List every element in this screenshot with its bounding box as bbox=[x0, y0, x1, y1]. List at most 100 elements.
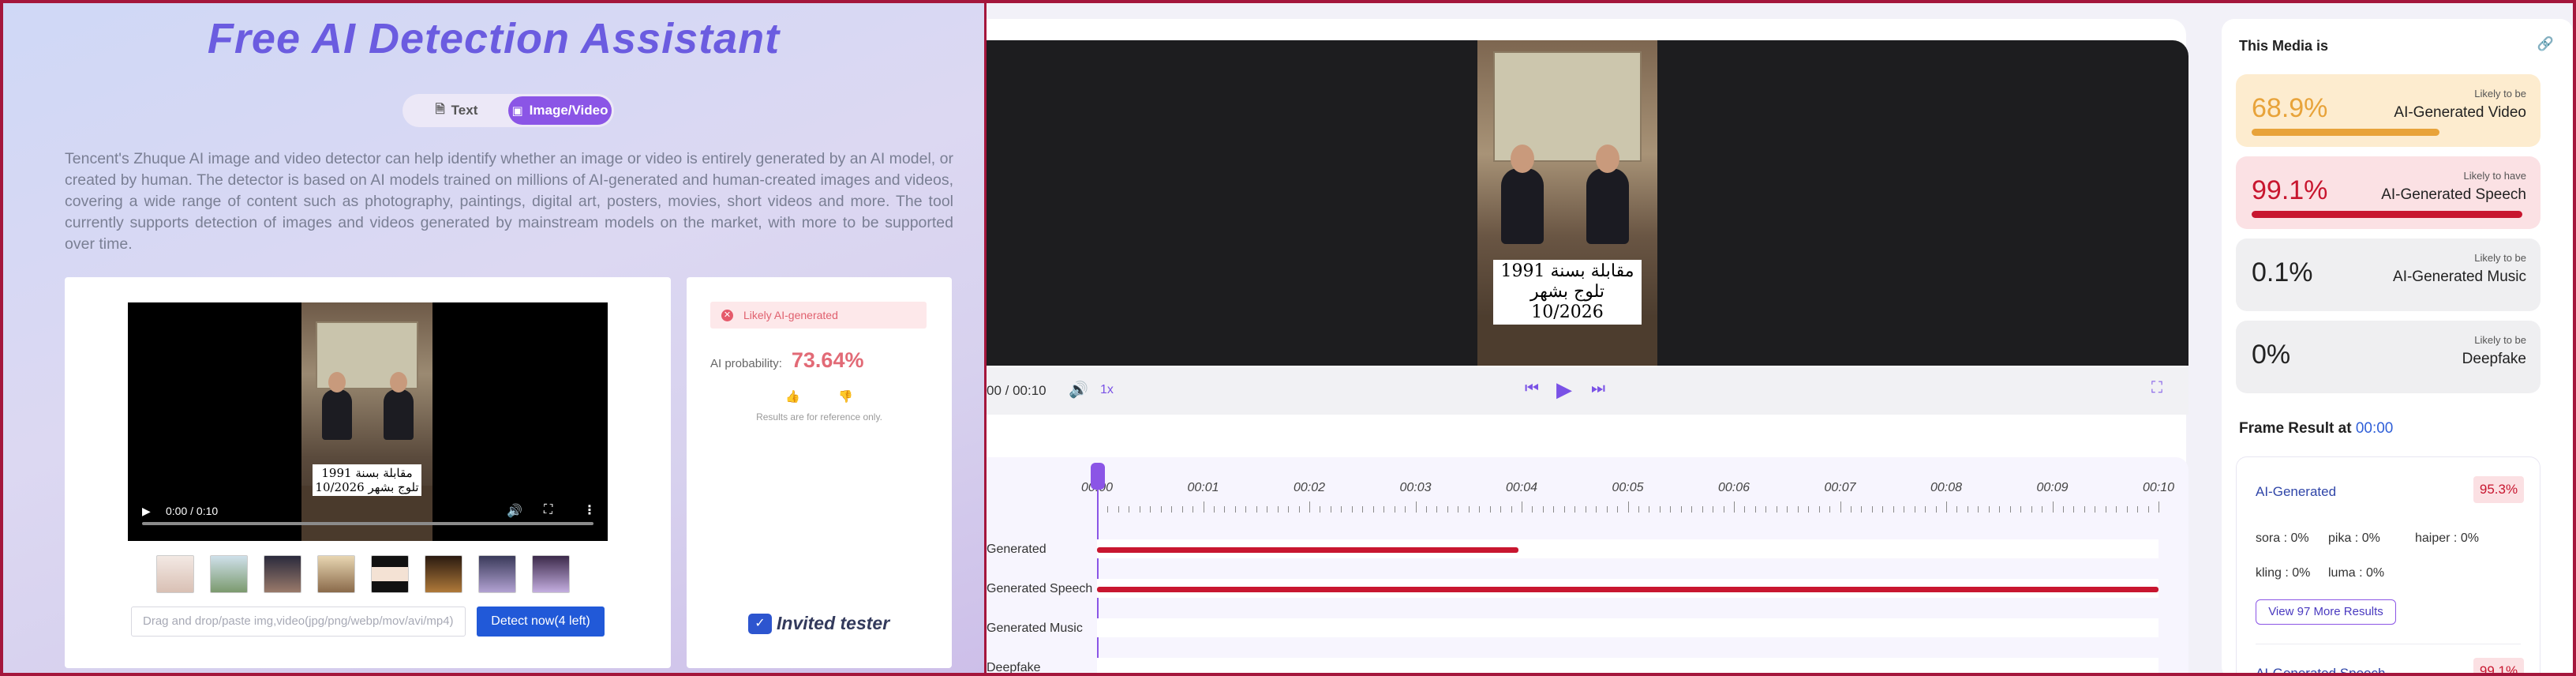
timeline-tick bbox=[1956, 506, 1958, 513]
thumbs-feedback-icons[interactable]: 👍 👎 bbox=[785, 390, 871, 404]
player-panel: مقابلة بسنة 1991 تلوج بشهر 10/2026 00 / … bbox=[987, 19, 2188, 673]
model-chip: sora : 0% bbox=[2256, 531, 2309, 545]
tab-text[interactable]: 🗎 Text bbox=[405, 96, 508, 125]
timeline-tick bbox=[1606, 506, 1608, 513]
volume-icon[interactable]: 🔊 bbox=[507, 503, 522, 519]
reference-note: Results are for reference only. bbox=[756, 411, 882, 422]
skip-previous-icon[interactable]: ⏮ bbox=[1525, 380, 1539, 398]
timeline-tick bbox=[1553, 506, 1555, 513]
timeline-tick bbox=[1489, 506, 1491, 513]
timeline-tick bbox=[1150, 506, 1151, 513]
timeline-tick bbox=[2137, 506, 2139, 513]
view-more-results-button[interactable]: View 97 More Results bbox=[2256, 599, 2396, 625]
result-sidebar: This Media is 🔗 68.9% Likely to be AI-Gene… bbox=[2222, 19, 2573, 676]
timeline-tick bbox=[1511, 506, 1512, 513]
timeline-tick bbox=[1415, 501, 1417, 513]
timeline-track: Generated Speech bbox=[987, 569, 2188, 607]
play-icon[interactable]: ▶ bbox=[1556, 377, 1572, 402]
media-score-qualifier: Likely to be bbox=[2474, 334, 2526, 346]
frame-score-badge: 95.3% bbox=[2473, 476, 2524, 503]
frame-category-label: AI-Generated bbox=[2256, 484, 2337, 499]
sample-thumbnail[interactable] bbox=[317, 555, 355, 593]
timeline-tick bbox=[1744, 506, 1746, 513]
upload-card: مقابلة بسنة 1991 تلوج بشهر 10/2026 ▶ 0:0… bbox=[65, 277, 671, 668]
timeline-tick bbox=[1245, 506, 1247, 513]
timeline-tick-label: 00:10 bbox=[2142, 481, 2175, 494]
timeline-track: Generated Music bbox=[987, 609, 2188, 647]
model-chip: pika : 0% bbox=[2328, 531, 2380, 545]
timeline-track: Deepfake bbox=[987, 648, 2188, 673]
timeline-track: Generated bbox=[987, 530, 2188, 568]
timeline-tick bbox=[1691, 506, 1693, 513]
timeline-tick bbox=[2031, 506, 2032, 513]
timeline-tick bbox=[1659, 506, 1661, 513]
guest-figure bbox=[1586, 145, 1629, 244]
timeline-tick bbox=[1351, 506, 1353, 513]
more-vertical-icon[interactable]: ⋮ bbox=[583, 502, 596, 518]
media-score-card[interactable]: 68.9% Likely to be AI-Generated Video bbox=[2236, 74, 2540, 147]
media-score-card[interactable]: 0% Likely to be Deepfake bbox=[2236, 321, 2540, 393]
media-score-category: AI-Generated Video bbox=[2394, 104, 2526, 121]
video-preview[interactable]: مقابلة بسنة 1991 تلوج بشهر 10/2026 ▶ 0:0… bbox=[128, 302, 608, 541]
upload-dropzone[interactable]: Drag and drop/paste img,video(jpg/png/we… bbox=[131, 607, 466, 637]
sample-thumbnail[interactable] bbox=[532, 555, 570, 593]
screen: Free AI Detection Assistant 🗎 Text ▣ Ima… bbox=[0, 0, 2576, 676]
skip-next-icon[interactable]: ⏭ bbox=[1591, 380, 1605, 398]
media-score-qualifier: Likely to have bbox=[2463, 170, 2527, 182]
map-backdrop bbox=[1493, 51, 1642, 162]
media-score-percent: 99.1% bbox=[2252, 175, 2328, 205]
timeline-tick bbox=[1542, 506, 1544, 513]
timeline-tick-label: 00:05 bbox=[1612, 481, 1644, 494]
media-score-card[interactable]: 99.1% Likely to have AI-Generated Speech bbox=[2236, 156, 2540, 229]
play-icon[interactable]: ▶ bbox=[142, 505, 151, 518]
timeline-tick bbox=[1893, 506, 1894, 513]
track-label: Generated Speech bbox=[987, 582, 1093, 595]
timeline-tick bbox=[1362, 506, 1364, 513]
media-score-qualifier: Likely to be bbox=[2474, 88, 2526, 100]
timeline-tick bbox=[1383, 506, 1385, 513]
volume-icon[interactable]: 🔊 bbox=[1069, 380, 1088, 400]
detect-button[interactable]: Detect now(4 left) bbox=[477, 607, 605, 637]
caption-line-2: تلوج بشهر 10/2026 bbox=[1530, 282, 1604, 322]
frame-result-heading: Frame Result at 00:00 bbox=[2239, 420, 2393, 438]
timeline-tick bbox=[1107, 506, 1109, 513]
sample-thumbnail[interactable] bbox=[210, 555, 248, 593]
timeline-tick bbox=[1309, 501, 1310, 513]
track-detection-bar bbox=[1097, 587, 2159, 592]
sample-thumbnail[interactable] bbox=[478, 555, 516, 593]
model-chip: kling : 0% bbox=[2256, 566, 2311, 580]
timeline-tick bbox=[1765, 506, 1767, 513]
probability-label: AI probability: bbox=[710, 357, 782, 370]
timeline-tick bbox=[1425, 506, 1427, 513]
fullscreen-icon[interactable]: ⛶ bbox=[2151, 379, 2162, 397]
timeline-tick bbox=[1234, 506, 1236, 513]
main-video[interactable]: مقابلة بسنة 1991 تلوج بشهر 10/2026 bbox=[987, 40, 2188, 366]
frame-category-label: AI-Generated Speech bbox=[2256, 666, 2386, 676]
tester-icon: ✓ bbox=[748, 613, 772, 634]
fullscreen-icon[interactable]: ⛶ bbox=[544, 503, 552, 517]
sample-thumbnail[interactable] bbox=[371, 555, 409, 593]
timeline-tick bbox=[1372, 506, 1374, 513]
probability-value: 73.64% bbox=[791, 348, 864, 372]
media-score-category: Deepfake bbox=[2462, 351, 2526, 367]
link-icon[interactable]: 🔗 bbox=[2537, 36, 2554, 52]
media-score-card[interactable]: 0.1% Likely to be AI-Generated Music bbox=[2236, 238, 2540, 311]
media-score-percent: 0% bbox=[2252, 340, 2291, 370]
speed-button[interactable]: 1x bbox=[1100, 383, 1114, 397]
sample-thumbnails bbox=[156, 555, 570, 593]
document-icon: 🗎 bbox=[435, 102, 445, 116]
sample-thumbnail[interactable] bbox=[264, 555, 301, 593]
feedback-thumbs[interactable]: 👍 👎 bbox=[687, 389, 952, 404]
timeline-tick bbox=[2062, 506, 2064, 513]
timeline-tick bbox=[1861, 506, 1863, 513]
timeline-ruler[interactable]: 00:0000:0100:0200:0300:0400:0500:0600:07… bbox=[1081, 481, 2174, 513]
timeline-tick bbox=[1871, 506, 1873, 513]
timeline-tick-label: 00:08 bbox=[1930, 481, 1963, 494]
sample-thumbnail[interactable] bbox=[156, 555, 194, 593]
timeline-scrubber[interactable] bbox=[1091, 463, 1105, 490]
video-progress-bar[interactable] bbox=[142, 522, 593, 525]
timeline-tick bbox=[1702, 506, 1703, 513]
timeline-tick bbox=[1479, 506, 1481, 513]
sample-thumbnail[interactable] bbox=[425, 555, 462, 593]
tab-image-video[interactable]: ▣ Image/Video bbox=[508, 96, 612, 125]
